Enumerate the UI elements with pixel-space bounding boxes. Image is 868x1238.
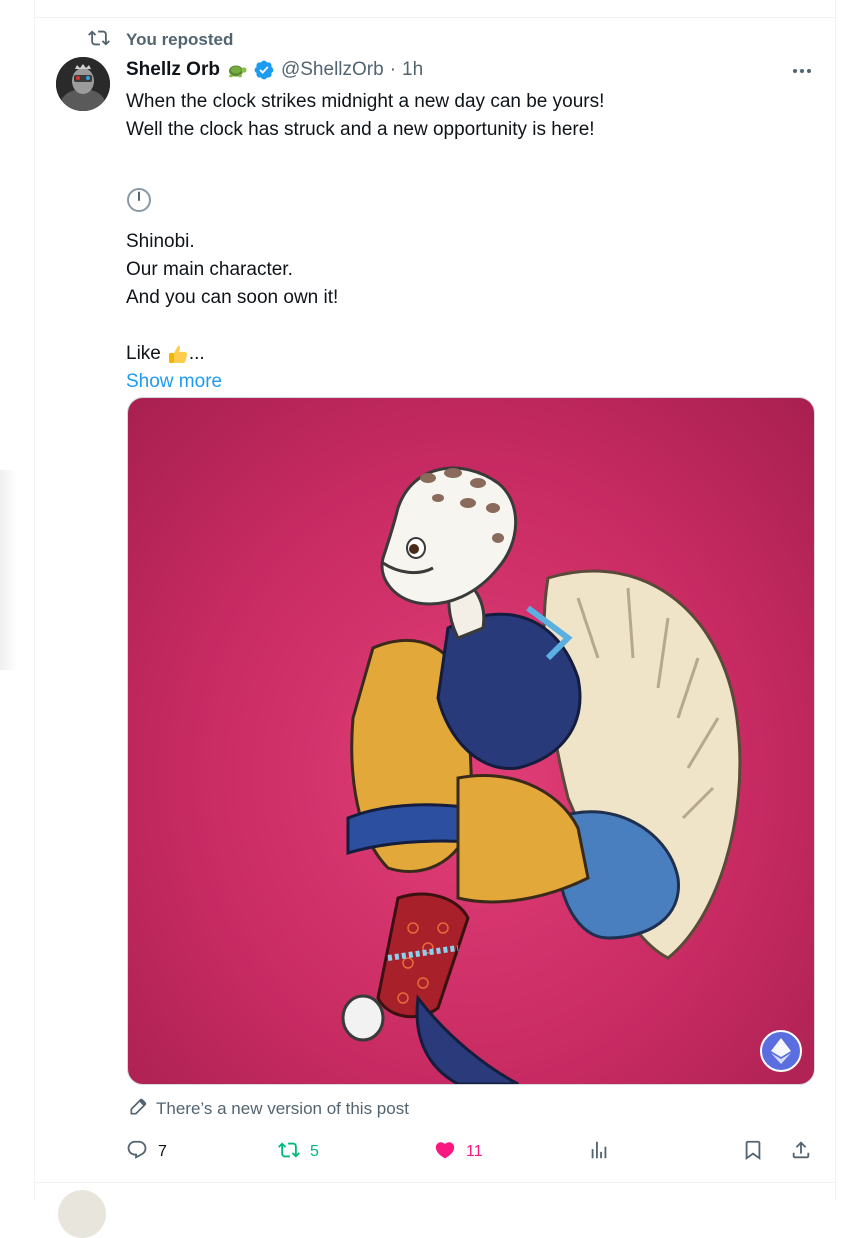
timeline-right-border (835, 0, 836, 1200)
reply-icon (126, 1139, 148, 1166)
like-count: 11 (466, 1143, 483, 1160)
analytics-icon (588, 1139, 610, 1166)
new-version-notice[interactable]: There’s a new version of this post (128, 1097, 409, 1121)
repost-context[interactable]: You reposted (88, 28, 233, 52)
repost-icon (88, 27, 110, 54)
analytics-button[interactable] (588, 1138, 610, 1166)
text-line: Well the clock has struck and a new oppo… (126, 119, 595, 140)
like-button[interactable]: 11 (434, 1138, 483, 1166)
separator-dot: · (389, 59, 397, 80)
more-icon (792, 61, 812, 79)
text-line: When the clock strikes midnight a new da… (126, 91, 605, 112)
author-handle[interactable]: @ShellzOrb (281, 59, 384, 81)
reply-count: 7 (158, 1143, 167, 1160)
scroll-shadow (0, 470, 18, 670)
post-top-divider (34, 17, 836, 18)
tweet-text: When the clock strikes midnight a new da… (126, 88, 806, 396)
new-version-text: There’s a new version of this post (156, 1099, 409, 1118)
like-word: Like (126, 343, 161, 364)
tweet-media-image[interactable] (127, 397, 815, 1085)
post-bottom-divider (34, 1182, 836, 1183)
avatar[interactable] (56, 57, 110, 111)
share-icon (790, 1139, 812, 1166)
timeline-left-border (34, 0, 35, 1200)
text-line: Our main character. (126, 259, 293, 280)
retweet-button[interactable]: 5 (278, 1138, 319, 1166)
clock-emoji-icon (126, 172, 806, 228)
show-more-link[interactable]: Show more (126, 368, 806, 396)
text-line: And you can soon own it! (126, 287, 339, 308)
next-post-avatar[interactable] (58, 1190, 106, 1238)
action-bar: 7 5 11 (126, 1138, 818, 1166)
text-line: Shinobi. (126, 231, 195, 252)
text-line: Like ... (126, 340, 806, 368)
turtle-emoji-icon (226, 61, 248, 79)
pencil-edit-icon (128, 1097, 148, 1122)
thumbs-up-emoji-icon (167, 343, 189, 365)
ethereum-icon[interactable] (760, 1030, 802, 1072)
bookmark-button[interactable] (742, 1138, 764, 1166)
ellipsis: ... (188, 343, 205, 364)
retweet-count: 5 (310, 1143, 319, 1160)
shinobi-turtle-artwork (341, 466, 742, 1084)
author-name[interactable]: Shellz Orb (126, 59, 220, 81)
more-button[interactable] (784, 58, 820, 82)
share-button[interactable] (790, 1138, 812, 1166)
verified-badge-icon[interactable] (253, 59, 275, 81)
repost-label: You reposted (126, 30, 234, 49)
reply-button[interactable]: 7 (126, 1138, 167, 1166)
bookmark-icon (742, 1139, 764, 1166)
retweet-icon (278, 1139, 300, 1166)
heart-icon (434, 1139, 456, 1166)
timestamp[interactable]: 1h (402, 59, 423, 81)
tweet-header: Shellz Orb @ShellzOrb · 1h (126, 57, 423, 83)
